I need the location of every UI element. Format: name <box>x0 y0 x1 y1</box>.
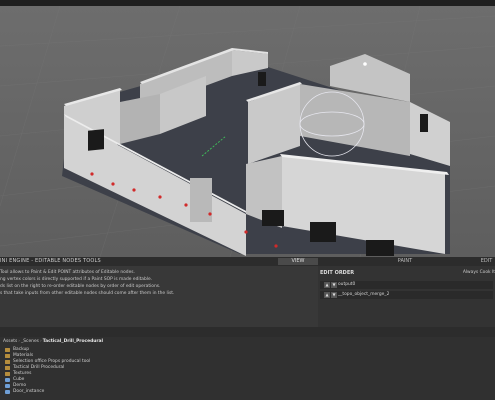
item-label: Door_instance <box>13 389 45 394</box>
asset-icon <box>5 390 10 394</box>
asset-icon <box>5 378 10 382</box>
description-line: ng vertex colors is directly supported i… <box>0 277 153 282</box>
move-down-icon[interactable]: ▼ <box>331 292 337 298</box>
item-label: Selection office Props producal tool <box>13 359 91 364</box>
item-label: Tactical Drill Procedural <box>13 365 65 370</box>
door <box>190 178 212 222</box>
breadcrumb-item[interactable]: Tactical_Drill_Procedural <box>43 339 103 344</box>
move-down-icon[interactable]: ▼ <box>331 282 337 288</box>
breadcrumb: Assets›_Scenes›Tactical_Drill_Procedural <box>3 339 103 344</box>
description-line: ds list on the right to re-order editabl… <box>0 284 161 289</box>
edit-order-label: output0 <box>338 282 356 287</box>
item-label: Backup <box>13 347 30 352</box>
description-line: s that take inputs from other editable n… <box>0 291 175 296</box>
file-list: Backup Materials Selection office Props … <box>5 347 90 395</box>
edit-order-title: EDIT ORDER <box>320 270 355 276</box>
edit-order-item[interactable]: ▲ ▼ __topo_object_merge_2 <box>320 291 493 299</box>
item-label: Materials <box>13 353 34 358</box>
asset-icon <box>5 384 10 388</box>
panel-header: INI ENGINE - EDITABLE NODES TOOLS VIEW P… <box>0 257 495 266</box>
scene-viewport[interactable] <box>0 6 495 257</box>
list-item[interactable]: Door_instance <box>5 389 90 395</box>
folder-icon <box>5 366 10 370</box>
project-browser: Assets›_Scenes›Tactical_Drill_Procedural… <box>0 337 495 400</box>
panel-title: INI ENGINE - EDITABLE NODES TOOLS <box>0 258 101 264</box>
item-label: Cube <box>13 377 25 382</box>
edit-order-label: __topo_object_merge_2 <box>338 292 390 297</box>
editable-nodes-panel: INI ENGINE - EDITABLE NODES TOOLS VIEW P… <box>0 257 495 327</box>
tab-view[interactable]: VIEW <box>278 258 318 265</box>
item-label: Demo <box>13 383 27 388</box>
breadcrumb-item[interactable]: Assets <box>3 339 17 344</box>
item-label: Textures <box>13 371 32 376</box>
breadcrumb-item[interactable]: _Scenes <box>21 339 39 344</box>
description-line: Tool allows to Paint & Edit POINT attrib… <box>0 270 135 275</box>
always-cook-toggle[interactable]: Always Cook It <box>463 270 495 275</box>
building-model <box>0 6 495 257</box>
tool-description: Tool allows to Paint & Edit POINT attrib… <box>0 269 315 297</box>
edit-order-section: EDIT ORDER Always Cook It ▲ ▼ output0 ▲ … <box>318 266 495 327</box>
folder-icon <box>5 372 10 376</box>
project-toolbar <box>0 327 495 337</box>
tab-edit[interactable]: EDIT <box>478 258 495 265</box>
tab-paint[interactable]: PAINT <box>385 258 425 265</box>
move-up-icon[interactable]: ▲ <box>324 282 330 288</box>
edit-order-item[interactable]: ▲ ▼ output0 <box>320 281 493 289</box>
folder-icon <box>5 348 10 352</box>
cursor-point <box>363 62 367 66</box>
folder-icon <box>5 354 10 358</box>
move-up-icon[interactable]: ▲ <box>324 292 330 298</box>
folder-icon <box>5 360 10 364</box>
